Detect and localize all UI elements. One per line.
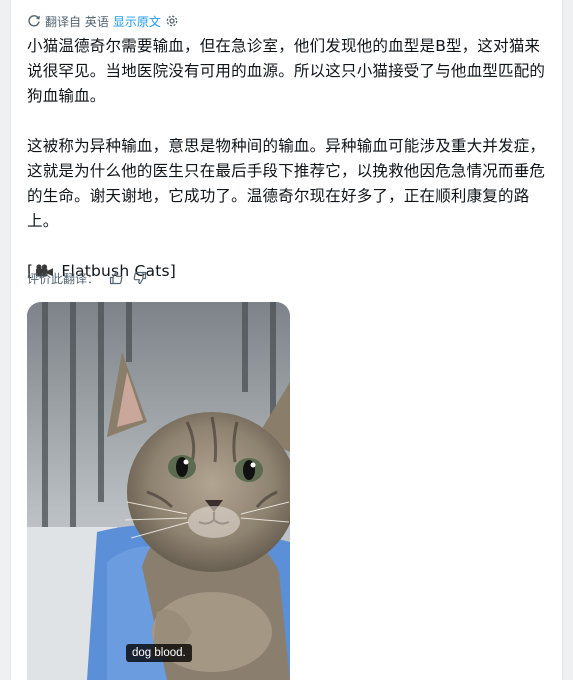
thumbs-down-icon[interactable] [133,271,147,285]
translation-bar: 翻译自 英语 显示原文 [27,10,179,32]
rate-translation-label: 评价此翻译： [27,271,100,286]
post-paragraph-2: 这被称为异种输血，意思是物种间的输血。异种输血可能涉及重大并发症，这就是为什么他… [27,137,546,230]
video-media[interactable]: dog blood. [27,302,290,680]
post-card: 翻译自 英语 显示原文 小猫温德奇尔需要输血，但在急诊室，他们发现他的血型是B型… [10,0,563,680]
translation-status: 翻译自 英语 [45,14,109,29]
settings-gear-icon[interactable] [165,14,179,28]
post-paragraph-1: 小猫温德奇尔需要输血，但在急诊室，他们发现他的血型是B型，这对猫来说很罕见。当地… [27,37,546,105]
kitten-image [27,302,290,680]
video-caption: dog blood. [126,644,192,662]
show-original-link[interactable]: 显示原文 [113,13,161,30]
thumbs-up-icon[interactable] [109,271,123,285]
translate-icon [27,14,41,28]
rate-translation: 评价此翻译： [27,268,147,288]
post-text: 小猫温德奇尔需要输血，但在急诊室，他们发现他的血型是B型，这对猫来说很罕见。当地… [27,34,552,284]
